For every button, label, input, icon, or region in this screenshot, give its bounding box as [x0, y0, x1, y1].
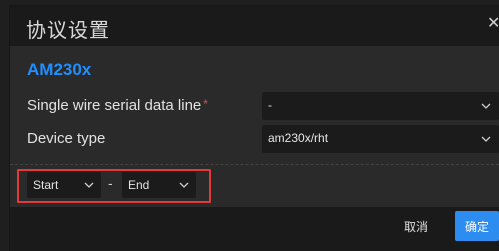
- data-line-label-text: Single wire serial data line: [27, 97, 202, 114]
- start-select-value: Start: [33, 178, 59, 192]
- device-type-label: Device type: [27, 130, 106, 147]
- dialog-title: 协议设置: [26, 20, 110, 42]
- range-separator: -: [108, 175, 113, 191]
- close-icon[interactable]: ✕: [487, 16, 499, 32]
- ok-button[interactable]: 确定: [455, 211, 499, 241]
- data-line-select-value: -: [268, 98, 272, 112]
- dialog-header: 协议设置 ✕: [10, 6, 499, 46]
- end-select-value: End: [128, 178, 150, 192]
- required-mark: *: [203, 97, 208, 111]
- chevron-down-icon: [481, 103, 491, 109]
- device-type-select-value: am230x/rht: [268, 131, 329, 145]
- chevron-down-icon: [481, 136, 491, 142]
- device-type-select[interactable]: am230x/rht: [262, 125, 499, 153]
- protocol-settings-dialog: 协议设置 ✕ AM230x Single wire serial data li…: [10, 6, 499, 251]
- cancel-button[interactable]: 取消: [404, 218, 428, 235]
- data-line-select[interactable]: -: [262, 92, 499, 120]
- dialog-footer: 取消 确定: [10, 207, 499, 251]
- section-title: AM230x: [27, 60, 92, 79]
- chevron-down-icon: [179, 182, 189, 188]
- data-line-label: Single wire serial data line *: [27, 97, 208, 114]
- section-divider: [10, 164, 499, 165]
- end-select[interactable]: End: [122, 172, 196, 198]
- start-select[interactable]: Start: [27, 172, 101, 198]
- chevron-down-icon: [84, 182, 94, 188]
